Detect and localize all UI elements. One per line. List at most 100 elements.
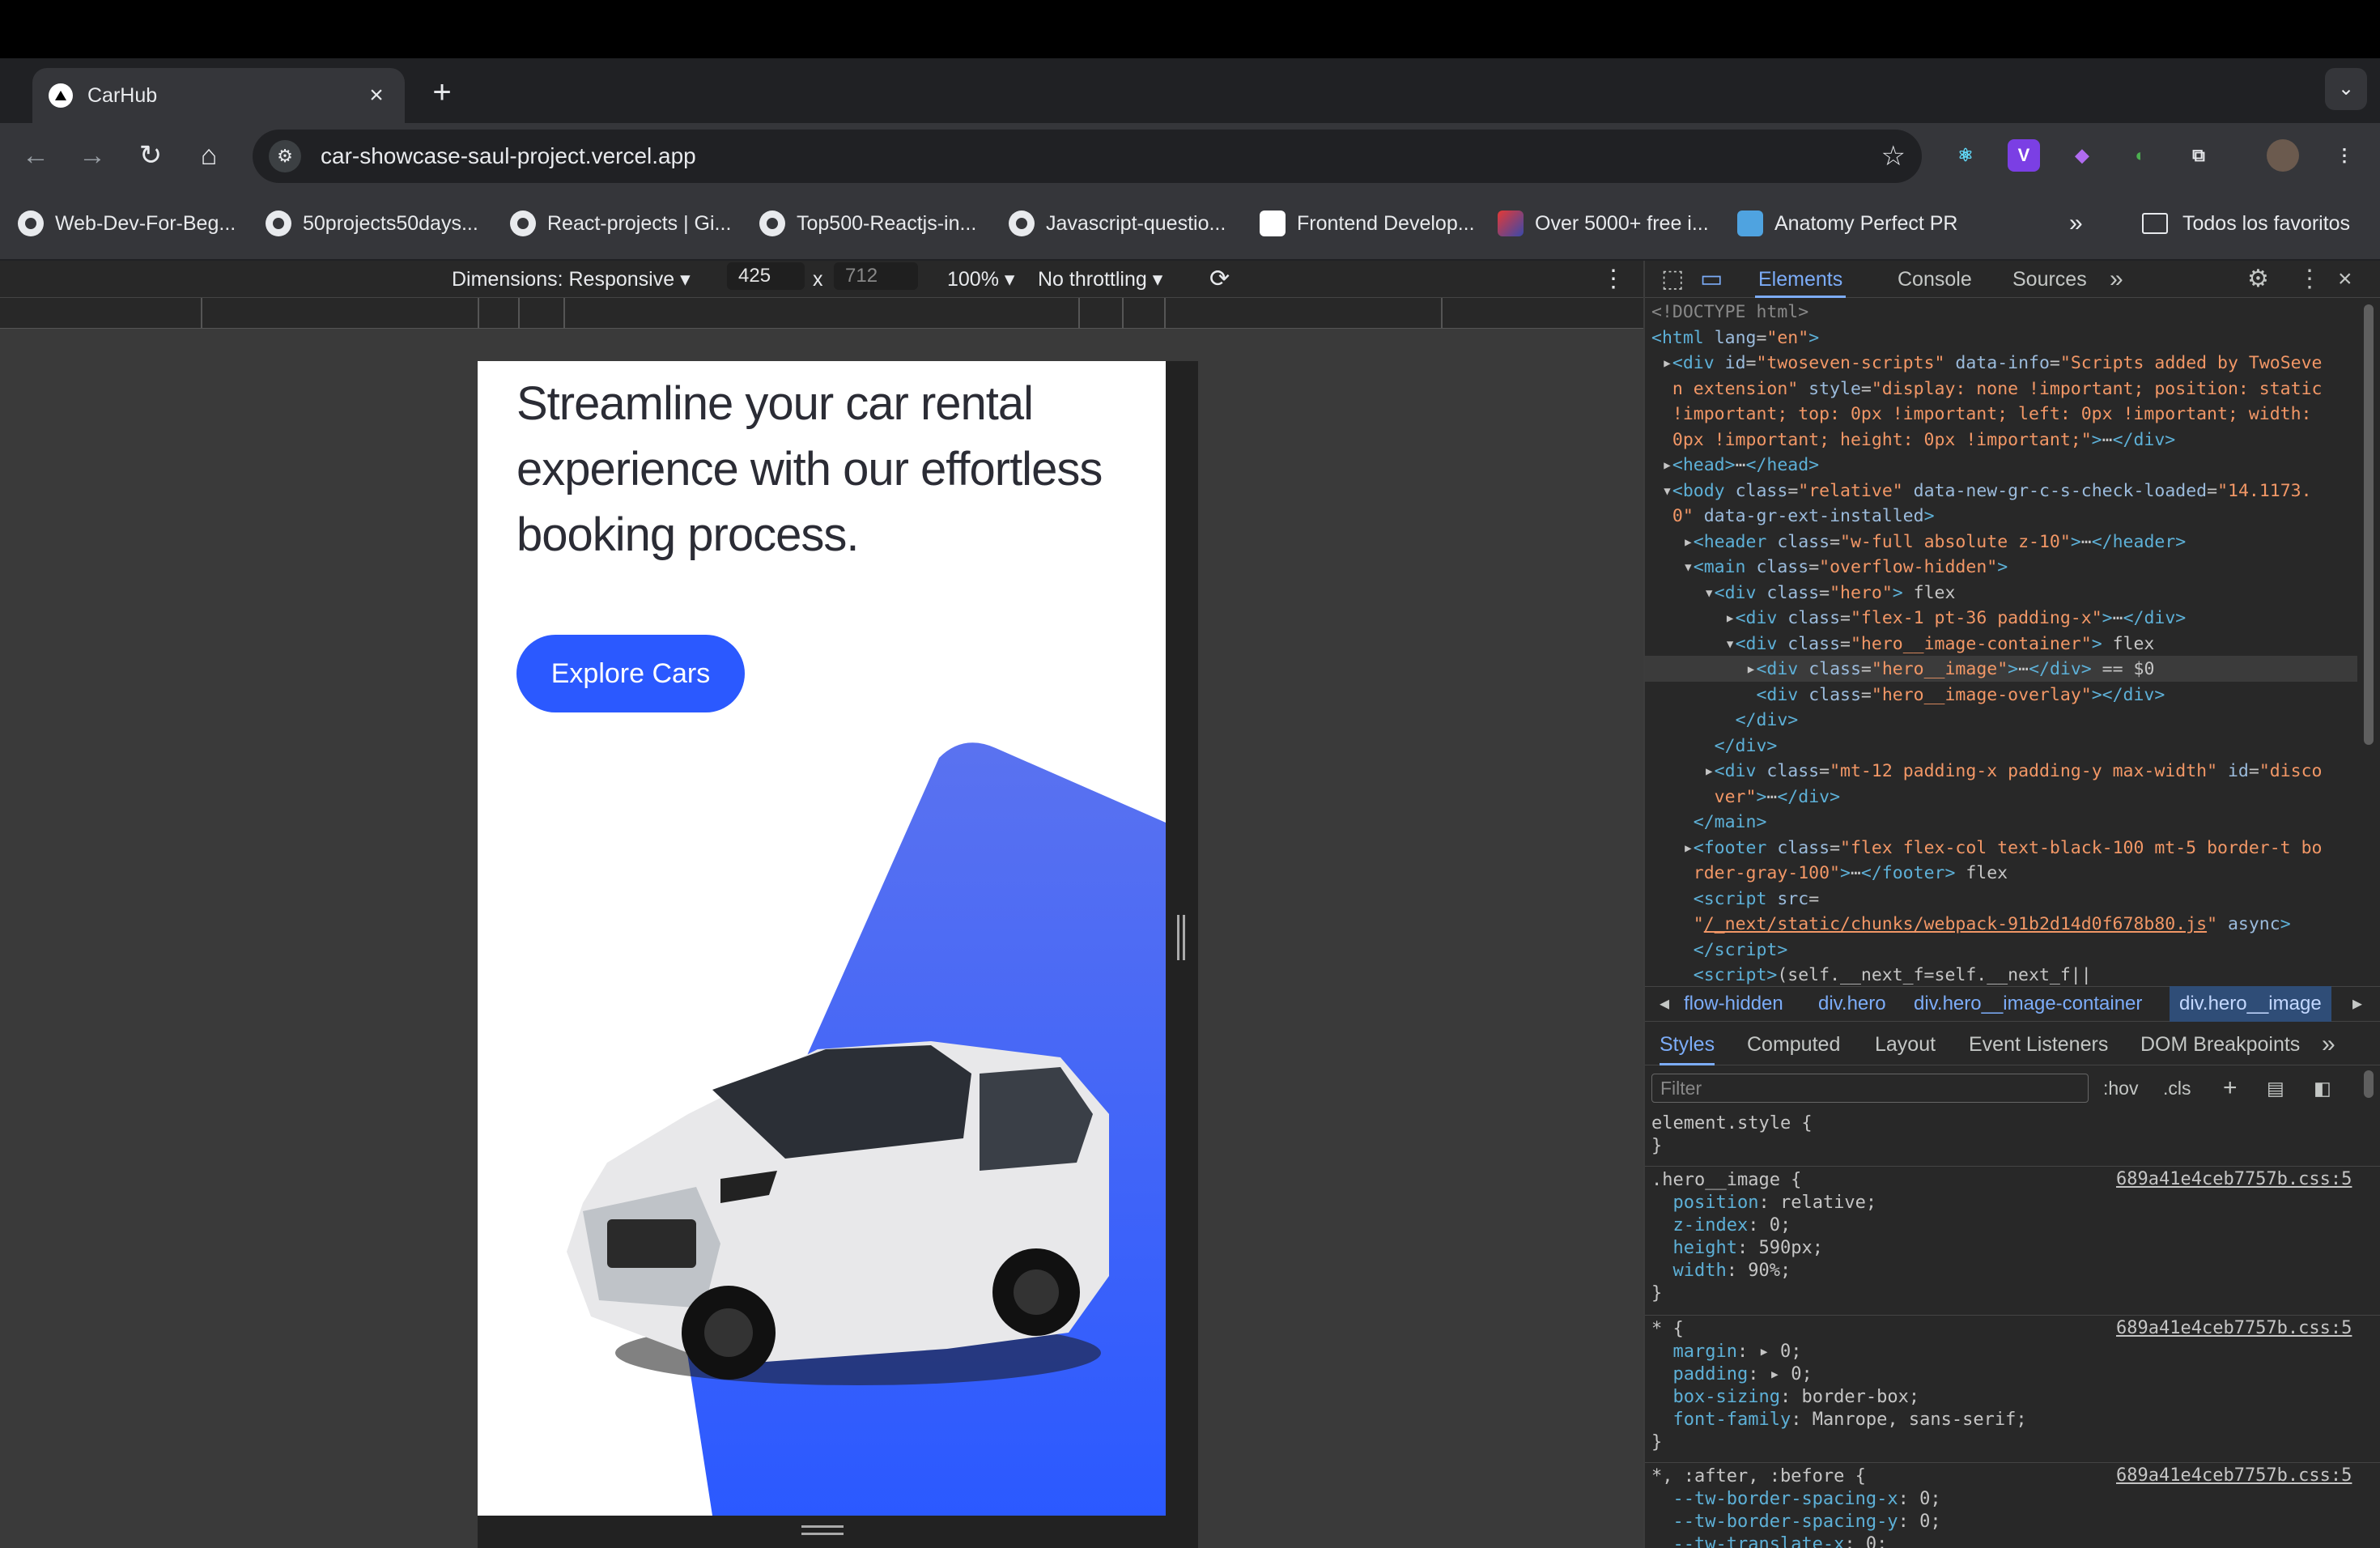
menu-dots-icon[interactable]: ⋮	[2328, 139, 2361, 172]
device-menu-icon[interactable]: ⋮	[1601, 261, 1626, 298]
home-icon[interactable]: ⌂	[188, 134, 230, 176]
rule-source-link[interactable]: 689a41e4ceb7757b.css:5	[2116, 1465, 2352, 1486]
tab-elements[interactable]: Elements	[1755, 261, 1847, 298]
gear-icon[interactable]: ⚙	[2247, 261, 2269, 298]
rule-divider	[1645, 1462, 2380, 1463]
element-style-rule[interactable]: element.style { }	[1651, 1112, 1813, 1158]
universal-rule[interactable]: * { margin: ▸ 0; padding: ▸ 0; box-sizin…	[1651, 1318, 2027, 1454]
ruler-tick	[1164, 298, 1166, 329]
car-rear-hub	[1014, 1269, 1059, 1315]
breadcrumb-next[interactable]: ▸	[2352, 986, 2362, 1022]
media-query-ruler[interactable]	[0, 298, 1643, 329]
ruler-tick	[201, 298, 202, 329]
github-icon	[266, 211, 291, 236]
hero-image-rule[interactable]: .hero__image { position: relative; z-ind…	[1651, 1169, 1876, 1305]
tab-event-listeners[interactable]: Event Listeners	[1969, 1023, 2108, 1065]
breadcrumb-item[interactable]: flow-hidden	[1684, 986, 1783, 1022]
bookmark-item[interactable]: Over 5000+ free i...	[1498, 207, 1709, 240]
styles-filter-input[interactable]: Filter	[1651, 1074, 2089, 1103]
cls-toggle[interactable]: .cls	[2163, 1074, 2191, 1103]
close-icon[interactable]: ×	[364, 82, 389, 109]
bookmark-item[interactable]: Frontend Develop...	[1260, 207, 1475, 240]
extension-purple-icon[interactable]: ◆	[2066, 139, 2098, 172]
styles-scrollbar[interactable]	[2364, 1070, 2374, 1098]
hero-title: Streamline your car rental experience wi…	[516, 377, 1103, 561]
reload-icon[interactable]: ↻	[130, 134, 172, 176]
paint-icon[interactable]: ▤	[2267, 1074, 2284, 1103]
chevron-down-icon[interactable]: ⌄	[2325, 68, 2367, 110]
url-text[interactable]: car-showcase-saul-project.vercel.app	[321, 143, 1881, 169]
back-icon[interactable]: ←	[15, 134, 57, 176]
tab-styles[interactable]: Styles	[1660, 1023, 1715, 1065]
dimensions-select[interactable]: Dimensions: Responsive ▾	[452, 261, 691, 298]
hov-toggle[interactable]: :hov	[2103, 1074, 2138, 1103]
tab-sources[interactable]: Sources	[2012, 261, 2087, 298]
bookmark-item[interactable]: Javascript-questio...	[1009, 207, 1226, 240]
inspect-icon[interactable]: ⬚	[1661, 261, 1684, 298]
tab-dom-breakpoints[interactable]: DOM Breakpoints	[2140, 1023, 2300, 1065]
address-bar[interactable]: ⚙ car-showcase-saul-project.vercel.app ☆	[253, 130, 1922, 183]
throttling-select[interactable]: No throttling ▾	[1038, 261, 1162, 298]
ruler-tick	[518, 298, 520, 329]
bookmark-item[interactable]: React-projects | Gi...	[510, 207, 731, 240]
star-icon[interactable]: ☆	[1881, 140, 1906, 172]
github-icon	[18, 211, 44, 236]
bookmarks-overflow[interactable]: »	[2069, 207, 2083, 240]
frontend-icon	[1260, 211, 1286, 236]
breadcrumb-prev[interactable]: ◂	[1660, 986, 1669, 1022]
anatomy-icon	[1737, 211, 1763, 236]
new-tab-button[interactable]: +	[421, 71, 463, 113]
tab-computed[interactable]: Computed	[1747, 1023, 1840, 1065]
more-style-tabs[interactable]: »	[2322, 1023, 2335, 1065]
bookmark-item[interactable]: Web-Dev-For-Beg...	[18, 207, 236, 240]
dom-tree[interactable]: <!DOCTYPE html> <html lang="en"> ▸<div i…	[1651, 300, 2364, 989]
ruler-tick	[478, 298, 479, 329]
browser-tab[interactable]: CarHub ×	[32, 68, 405, 123]
site-settings-icon[interactable]: ⚙	[269, 140, 301, 172]
all-bookmarks[interactable]: Todos los favoritos	[2142, 207, 2350, 240]
tab-console[interactable]: Console	[1898, 261, 1972, 298]
bookmark-item[interactable]: Top500-Reactjs-in...	[759, 207, 976, 240]
devtools-menu-icon[interactable]: ⋮	[2297, 261, 2322, 298]
explore-cars-button[interactable]: Explore Cars	[516, 635, 745, 712]
ruler-tick	[563, 298, 565, 329]
resize-handle[interactable]	[1177, 915, 1185, 960]
zoom-select[interactable]: 100% ▾	[947, 261, 1014, 298]
rule-divider	[1645, 1315, 2380, 1316]
page-preview: Streamline your car rental experience wi…	[478, 361, 1166, 1516]
breadcrumb-item[interactable]: div.hero__image-container	[1914, 986, 2142, 1022]
forward-icon[interactable]: →	[71, 134, 113, 176]
bookmark-item[interactable]: 50projects50days...	[266, 207, 478, 240]
sidebar-toggle-icon[interactable]: ◧	[2314, 1074, 2331, 1103]
bottom-resize-handle[interactable]	[801, 1525, 844, 1535]
rule-divider	[1645, 1166, 2380, 1167]
avatar[interactable]	[2267, 139, 2299, 172]
gradient-icon	[1498, 211, 1524, 236]
tab-title: CarHub	[87, 83, 158, 107]
width-input[interactable]: 425	[727, 262, 805, 290]
screen-top-bar	[0, 0, 2380, 58]
close-icon[interactable]: ×	[2338, 261, 2352, 298]
rule-source-link[interactable]: 689a41e4ceb7757b.css:5	[2116, 1169, 2352, 1189]
tab-favicon-icon	[49, 83, 73, 108]
extension-v-icon[interactable]: V	[2008, 139, 2040, 172]
car-front-hub	[704, 1308, 753, 1357]
rule-source-link[interactable]: 689a41e4ceb7757b.css:5	[2116, 1318, 2352, 1338]
breadcrumb-item-active[interactable]: div.hero__image	[2170, 986, 2331, 1022]
pseudo-rule[interactable]: *, :after, :before { --tw-border-spacing…	[1651, 1465, 1941, 1548]
breadcrumb-item[interactable]: div.hero	[1818, 986, 1886, 1022]
github-icon	[510, 211, 536, 236]
dom-scrollbar[interactable]	[2364, 304, 2374, 745]
bookmark-item[interactable]: Anatomy Perfect PR	[1737, 207, 1957, 240]
react-devtools-icon[interactable]: ⚛	[1949, 139, 1982, 172]
tab-layout[interactable]: Layout	[1875, 1023, 1936, 1065]
rotate-icon[interactable]: ⟳	[1209, 261, 1230, 298]
extension-color-icon[interactable]: ◐	[2124, 139, 2157, 172]
more-tabs[interactable]: »	[2110, 261, 2123, 298]
ruler-tick	[1078, 298, 1080, 329]
height-input[interactable]: 712	[834, 262, 918, 290]
puzzle-icon[interactable]: ⧉	[2182, 139, 2215, 172]
device-mode-icon[interactable]: ▭	[1700, 261, 1723, 298]
add-rule-icon[interactable]: +	[2223, 1074, 2238, 1103]
dimension-separator: x	[813, 268, 823, 291]
